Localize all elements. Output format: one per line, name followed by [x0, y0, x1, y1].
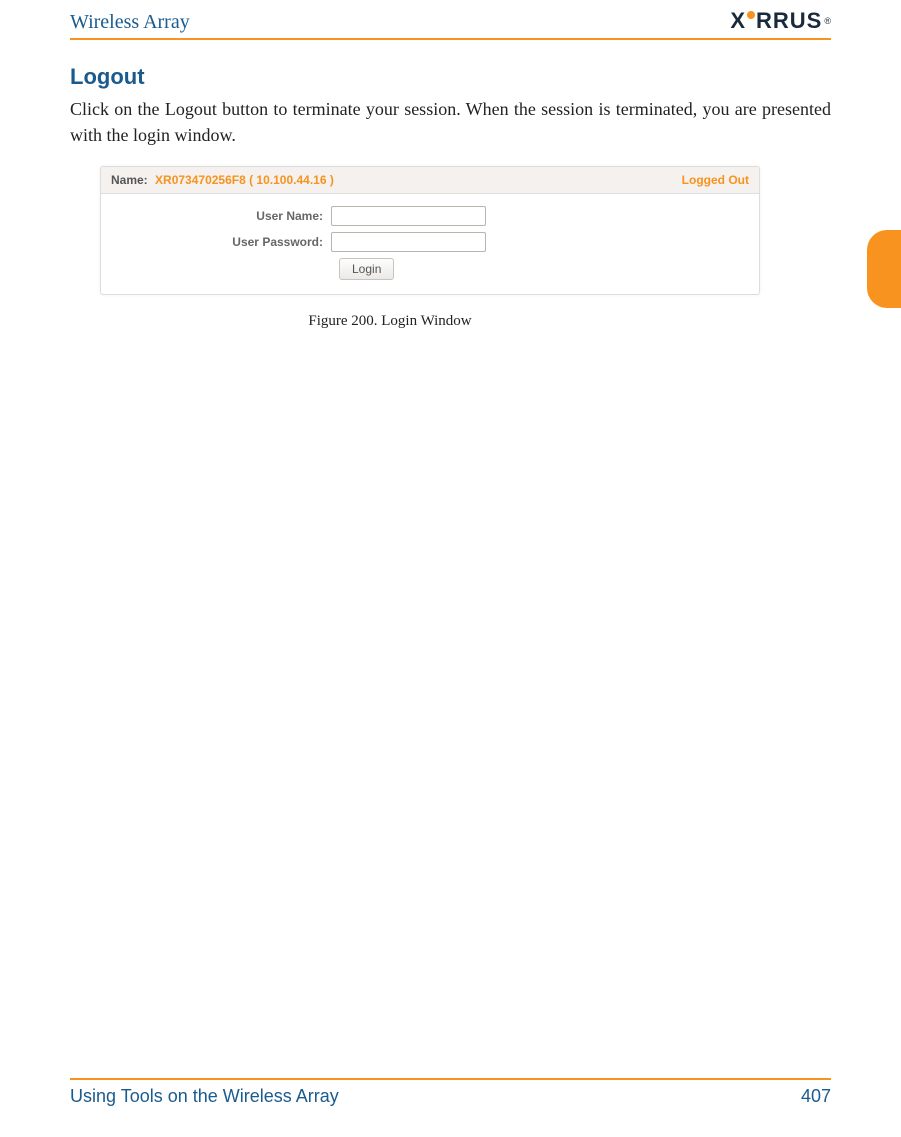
footer-page-number: 407 [801, 1086, 831, 1107]
login-name-value: XR073470256F8 ( 10.100.44.16 ) [155, 173, 334, 187]
footer-section-title: Using Tools on the Wireless Array [70, 1086, 339, 1107]
login-window-figure: Name: XR073470256F8 ( 10.100.44.16 ) Log… [100, 166, 760, 330]
logo-text-rrus: RRUS [756, 8, 822, 34]
login-button-row: Login [339, 258, 749, 280]
username-label: User Name: [111, 209, 331, 223]
password-label: User Password: [111, 235, 331, 249]
username-input[interactable] [331, 206, 486, 226]
login-name-block: Name: XR073470256F8 ( 10.100.44.16 ) [111, 173, 334, 187]
figure-caption: Figure 200. Login Window [20, 313, 760, 330]
logo-text-x: X [730, 8, 746, 34]
logo-registered-icon: ® [824, 16, 831, 26]
password-row: User Password: [111, 232, 749, 252]
login-status-text: Logged Out [682, 173, 749, 187]
login-panel: Name: XR073470256F8 ( 10.100.44.16 ) Log… [100, 166, 760, 295]
login-body: User Name: User Password: Login [101, 194, 759, 294]
header-title: Wireless Array [70, 11, 190, 34]
password-input[interactable] [331, 232, 486, 252]
username-row: User Name: [111, 206, 749, 226]
page-header: Wireless Array X RRUS ® [70, 8, 831, 40]
login-name-label: Name: [111, 173, 148, 187]
brand-logo: X RRUS ® [730, 8, 831, 34]
login-button[interactable]: Login [339, 258, 394, 280]
login-header-bar: Name: XR073470256F8 ( 10.100.44.16 ) Log… [101, 167, 759, 194]
logo-dot-icon [747, 11, 755, 19]
section-heading: Logout [70, 64, 145, 90]
section-body-text: Click on the Logout button to terminate … [70, 96, 831, 148]
page-footer: Using Tools on the Wireless Array 407 [70, 1078, 831, 1107]
side-tab-icon [867, 230, 901, 308]
